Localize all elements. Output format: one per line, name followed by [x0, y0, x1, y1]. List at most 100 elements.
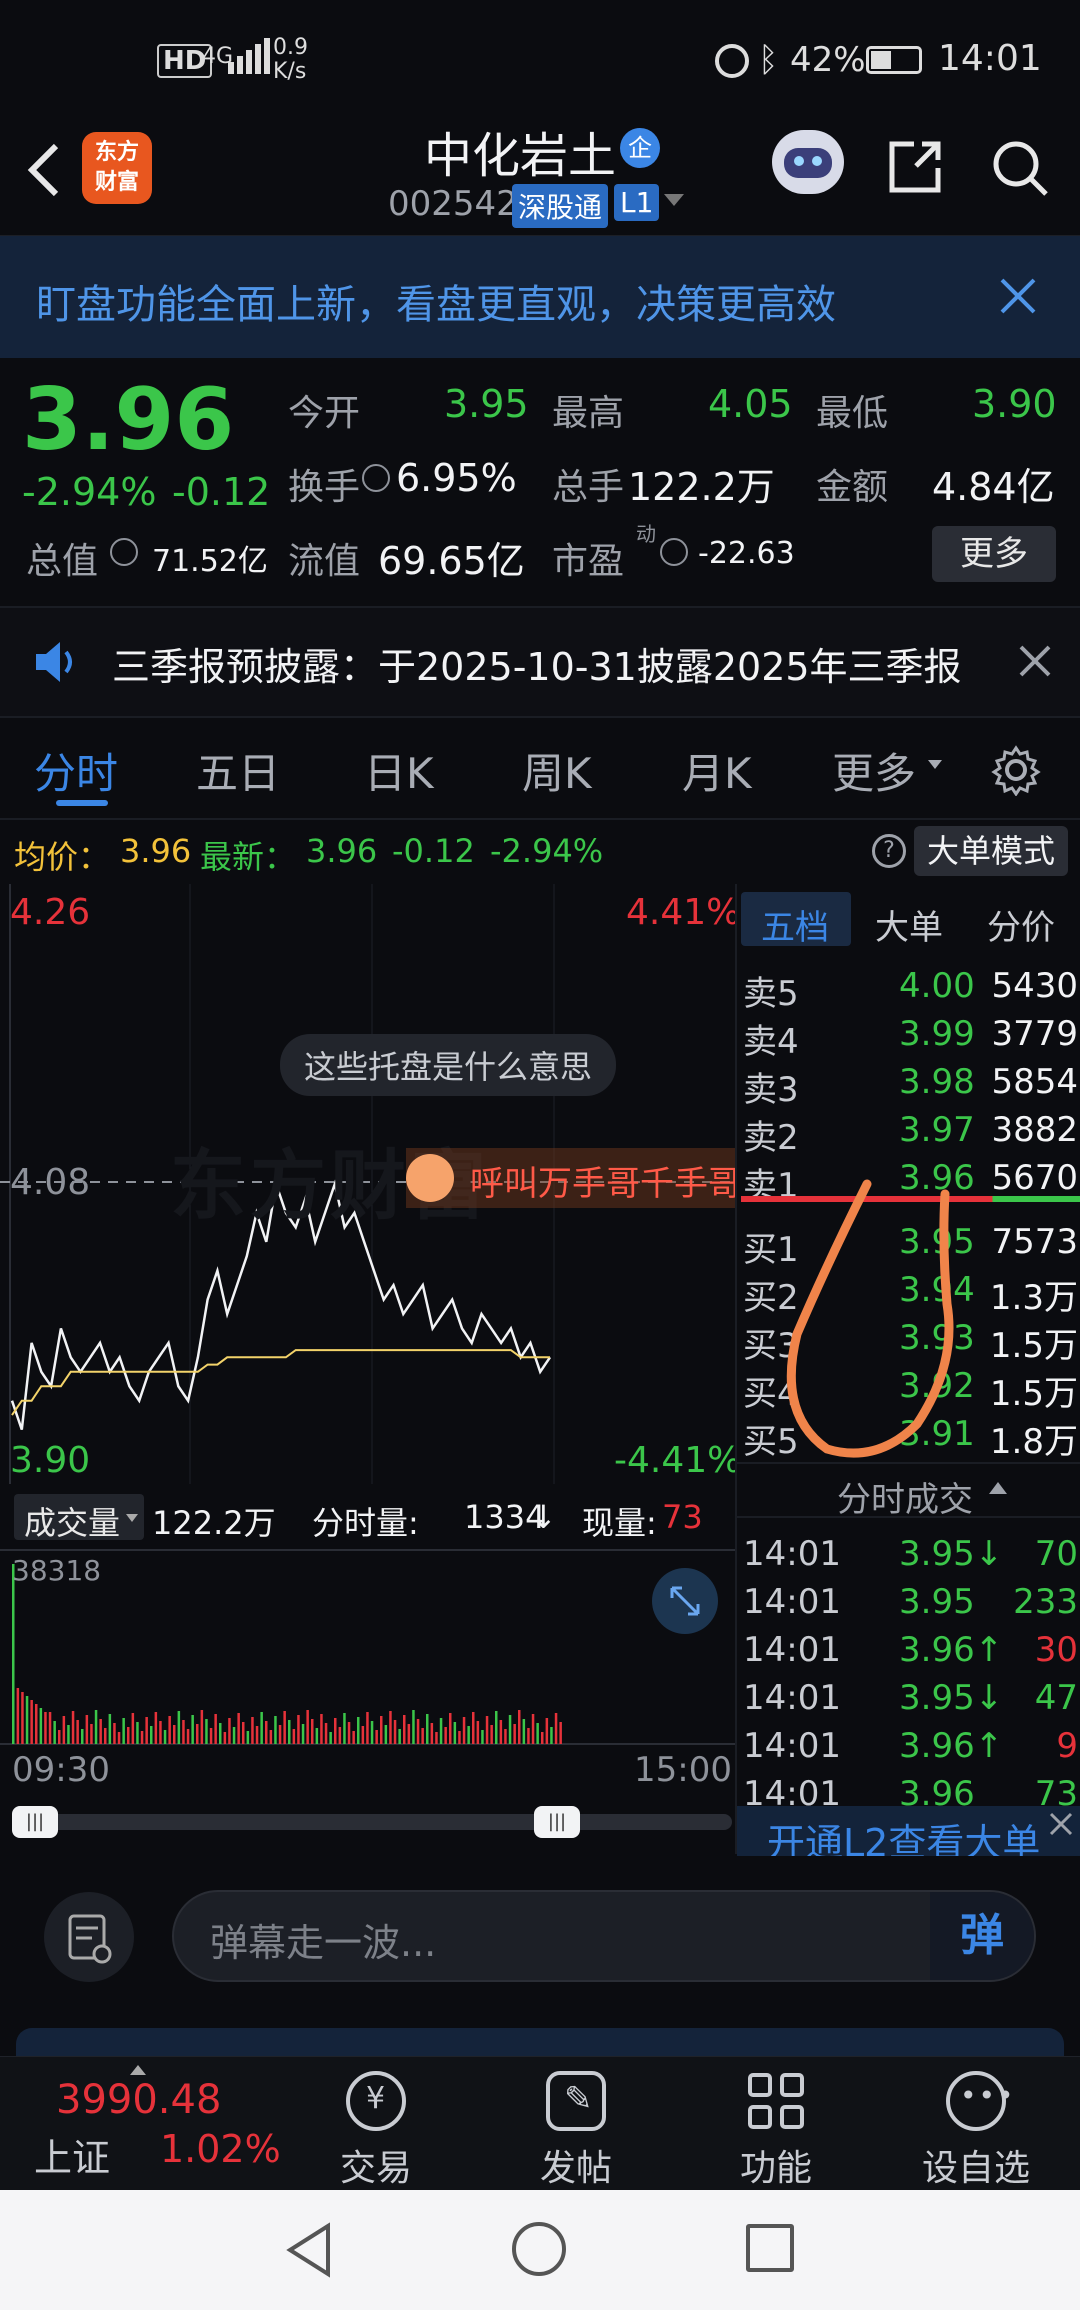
- tab-five-day[interactable]: 五日: [196, 740, 280, 801]
- home-circle-icon[interactable]: [512, 2222, 566, 2276]
- range-slider-track[interactable]: [12, 1814, 732, 1830]
- share-icon[interactable]: [886, 138, 944, 196]
- ask-row[interactable]: 卖5 4.00 5430: [737, 966, 1080, 1014]
- chart-tooltip[interactable]: 这些托盘是什么意思: [280, 1034, 617, 1096]
- volume-bar: [44, 1712, 47, 1744]
- volume-bar: [232, 1727, 236, 1744]
- back-triangle-icon[interactable]: [284, 2222, 334, 2278]
- volume-bar: [426, 1714, 429, 1744]
- range-slider-left-handle[interactable]: |||: [12, 1806, 58, 1838]
- volume-bar: [278, 1725, 282, 1744]
- volume-bar: [113, 1723, 116, 1744]
- speaker-icon: [32, 638, 80, 686]
- nav-add-watchlist[interactable]: ••• 设自选: [896, 2071, 1056, 2191]
- yen-cycle-icon: ¥: [346, 2071, 406, 2131]
- danmu-send-button[interactable]: 弹: [930, 1892, 1034, 1980]
- volume-max-label: 38318: [12, 1554, 102, 1587]
- settings-gear-icon[interactable]: [990, 744, 1042, 797]
- volume-bar: [324, 1723, 328, 1744]
- volume-bar: [559, 1722, 562, 1744]
- expand-icon[interactable]: [652, 1568, 718, 1634]
- search-icon[interactable]: [990, 138, 1050, 198]
- ask-label: 卖4: [743, 1022, 799, 1062]
- trade-row: 14:01 3.96↑ 30: [737, 1630, 1080, 1678]
- volume-bar: [449, 1713, 452, 1744]
- market-cap-value: 71.52亿: [152, 544, 268, 579]
- robot-assistant-icon[interactable]: [772, 130, 844, 194]
- volume-bar: [131, 1713, 135, 1744]
- trade-price: 3.96↑: [899, 1630, 1004, 1670]
- latest-value: 3.96: [306, 832, 378, 870]
- tab-five-levels[interactable]: 五档: [741, 892, 851, 948]
- volume-bar: [462, 1717, 466, 1744]
- level-badge[interactable]: L1: [614, 184, 660, 221]
- nav-functions[interactable]: 功能: [696, 2071, 856, 2191]
- latest-change: -0.12: [392, 832, 475, 870]
- stock-name: 中化岩土: [424, 128, 617, 184]
- nav-post[interactable]: ✎ 发帖: [496, 2071, 656, 2191]
- close-icon[interactable]: [1018, 644, 1052, 678]
- volume-bar: [223, 1732, 227, 1744]
- volume-indicator-select[interactable]: 成交量: [14, 1494, 144, 1542]
- volume-bar: [200, 1710, 204, 1744]
- trade-time: 14:01: [743, 1630, 841, 1670]
- volume-bar: [12, 1564, 15, 1744]
- more-button[interactable]: 更多: [932, 526, 1056, 582]
- volume-bar: [260, 1712, 263, 1744]
- close-icon[interactable]: [998, 276, 1038, 316]
- l2-upsell-banner[interactable]: 开通L2查看大单: [737, 1806, 1080, 1865]
- volume-bar: [288, 1720, 291, 1744]
- ask-row[interactable]: 卖2 3.97 3882: [737, 1110, 1080, 1158]
- amount-value: 4.84亿: [932, 465, 1055, 509]
- volume-bar: [159, 1721, 162, 1744]
- range-slider-right-handle[interactable]: |||: [534, 1806, 580, 1838]
- trade-volume: 30: [1034, 1630, 1078, 1670]
- market-cap-label: 总值: [26, 541, 99, 582]
- index-ticker[interactable]: 3990.48 上证 1.02%: [0, 2057, 290, 2191]
- tab-weekly-k[interactable]: 周K: [522, 740, 592, 801]
- volume-bar: [306, 1710, 309, 1744]
- tab-big-orders[interactable]: 大单: [875, 900, 943, 949]
- tab-monthly-k[interactable]: 月K: [682, 740, 752, 801]
- bottom-navigation: 3990.48 上证 1.02% ¥ 交易 ✎ 发帖 功能 ••• 设自选: [0, 2056, 1080, 2190]
- latest-change-pct: -2.94%: [490, 832, 604, 870]
- nav-trade[interactable]: ¥ 交易: [296, 2071, 456, 2191]
- close-icon[interactable]: [1043, 1806, 1079, 1842]
- edit-icon: ✎: [546, 2071, 606, 2131]
- volume-bar: [334, 1718, 337, 1744]
- info-icon[interactable]: [660, 538, 688, 566]
- volume-bar: [550, 1727, 553, 1744]
- alarm-icon: [715, 44, 749, 78]
- volume-bar: [292, 1729, 296, 1744]
- info-icon[interactable]: [362, 464, 390, 492]
- battery-percent: 42%: [790, 40, 866, 80]
- danmu-input[interactable]: 弹幕走一波... 弹: [172, 1890, 1036, 1982]
- volume-bar: [104, 1728, 107, 1744]
- big-order-mode-button[interactable]: 大单模式: [914, 826, 1068, 876]
- danmu-settings-icon[interactable]: [44, 1892, 134, 1982]
- mid-price-label: 4.08: [10, 1162, 91, 1203]
- tab-price-distribution[interactable]: 分价: [987, 900, 1055, 949]
- recents-square-icon[interactable]: [746, 2224, 794, 2272]
- ask-row[interactable]: 卖4 3.99 3779: [737, 1014, 1080, 1062]
- open-label: 今开: [288, 393, 361, 434]
- help-icon[interactable]: ?: [872, 834, 906, 868]
- info-icon[interactable]: [110, 538, 138, 566]
- tab-intraday[interactable]: 分时: [34, 740, 118, 801]
- ask-row[interactable]: 卖3 3.98 5854: [737, 1062, 1080, 1110]
- volume-bar: [435, 1732, 438, 1744]
- feature-banner[interactable]: 盯盘功能全面上新，看盘更直观，决策更高效: [0, 236, 1080, 358]
- announcement-bar[interactable]: 三季报预披露：于2025-10-31披露2025年三季报: [0, 608, 1080, 718]
- float-cap-label: 流值: [288, 541, 361, 582]
- clock: 14:01: [938, 38, 1042, 79]
- tab-more[interactable]: 更多: [832, 740, 916, 801]
- volume-bar: [219, 1723, 222, 1744]
- battery-icon: [866, 46, 922, 74]
- tab-daily-k[interactable]: 日K: [364, 740, 434, 801]
- chevron-down-icon[interactable]: [664, 194, 684, 206]
- enterprise-badge: 企: [620, 128, 660, 168]
- back-icon[interactable]: [22, 140, 66, 200]
- volume-bar: [191, 1715, 194, 1744]
- volume-bar: [237, 1713, 240, 1744]
- trade-price: 3.95↓: [899, 1534, 1004, 1574]
